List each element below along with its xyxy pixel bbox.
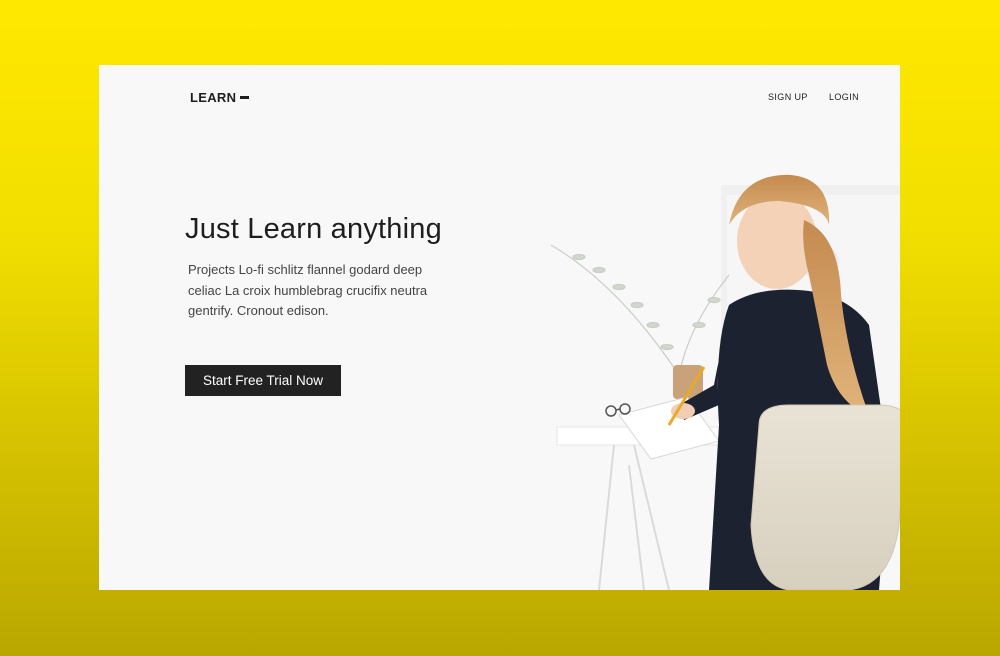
signup-link[interactable]: SIGN UP (768, 92, 808, 102)
hero-photo (550, 174, 900, 590)
logo[interactable]: LEARN (190, 90, 250, 105)
dash-icon (240, 96, 250, 99)
plant (550, 244, 730, 376)
start-trial-button[interactable]: Start Free Trial Now (185, 365, 341, 396)
chair (750, 404, 900, 590)
logo-text: LEARN (190, 90, 237, 105)
login-link[interactable]: LOGIN (829, 92, 859, 102)
landing-card: LEARN SIGN UP LOGIN Just Learn anything … (99, 65, 900, 590)
hero-headline: Just Learn anything (185, 213, 442, 245)
desk-legs (598, 444, 670, 590)
glasses (605, 403, 631, 417)
hero-description: Projects Lo-fi schlitz flannel godard de… (188, 262, 428, 318)
